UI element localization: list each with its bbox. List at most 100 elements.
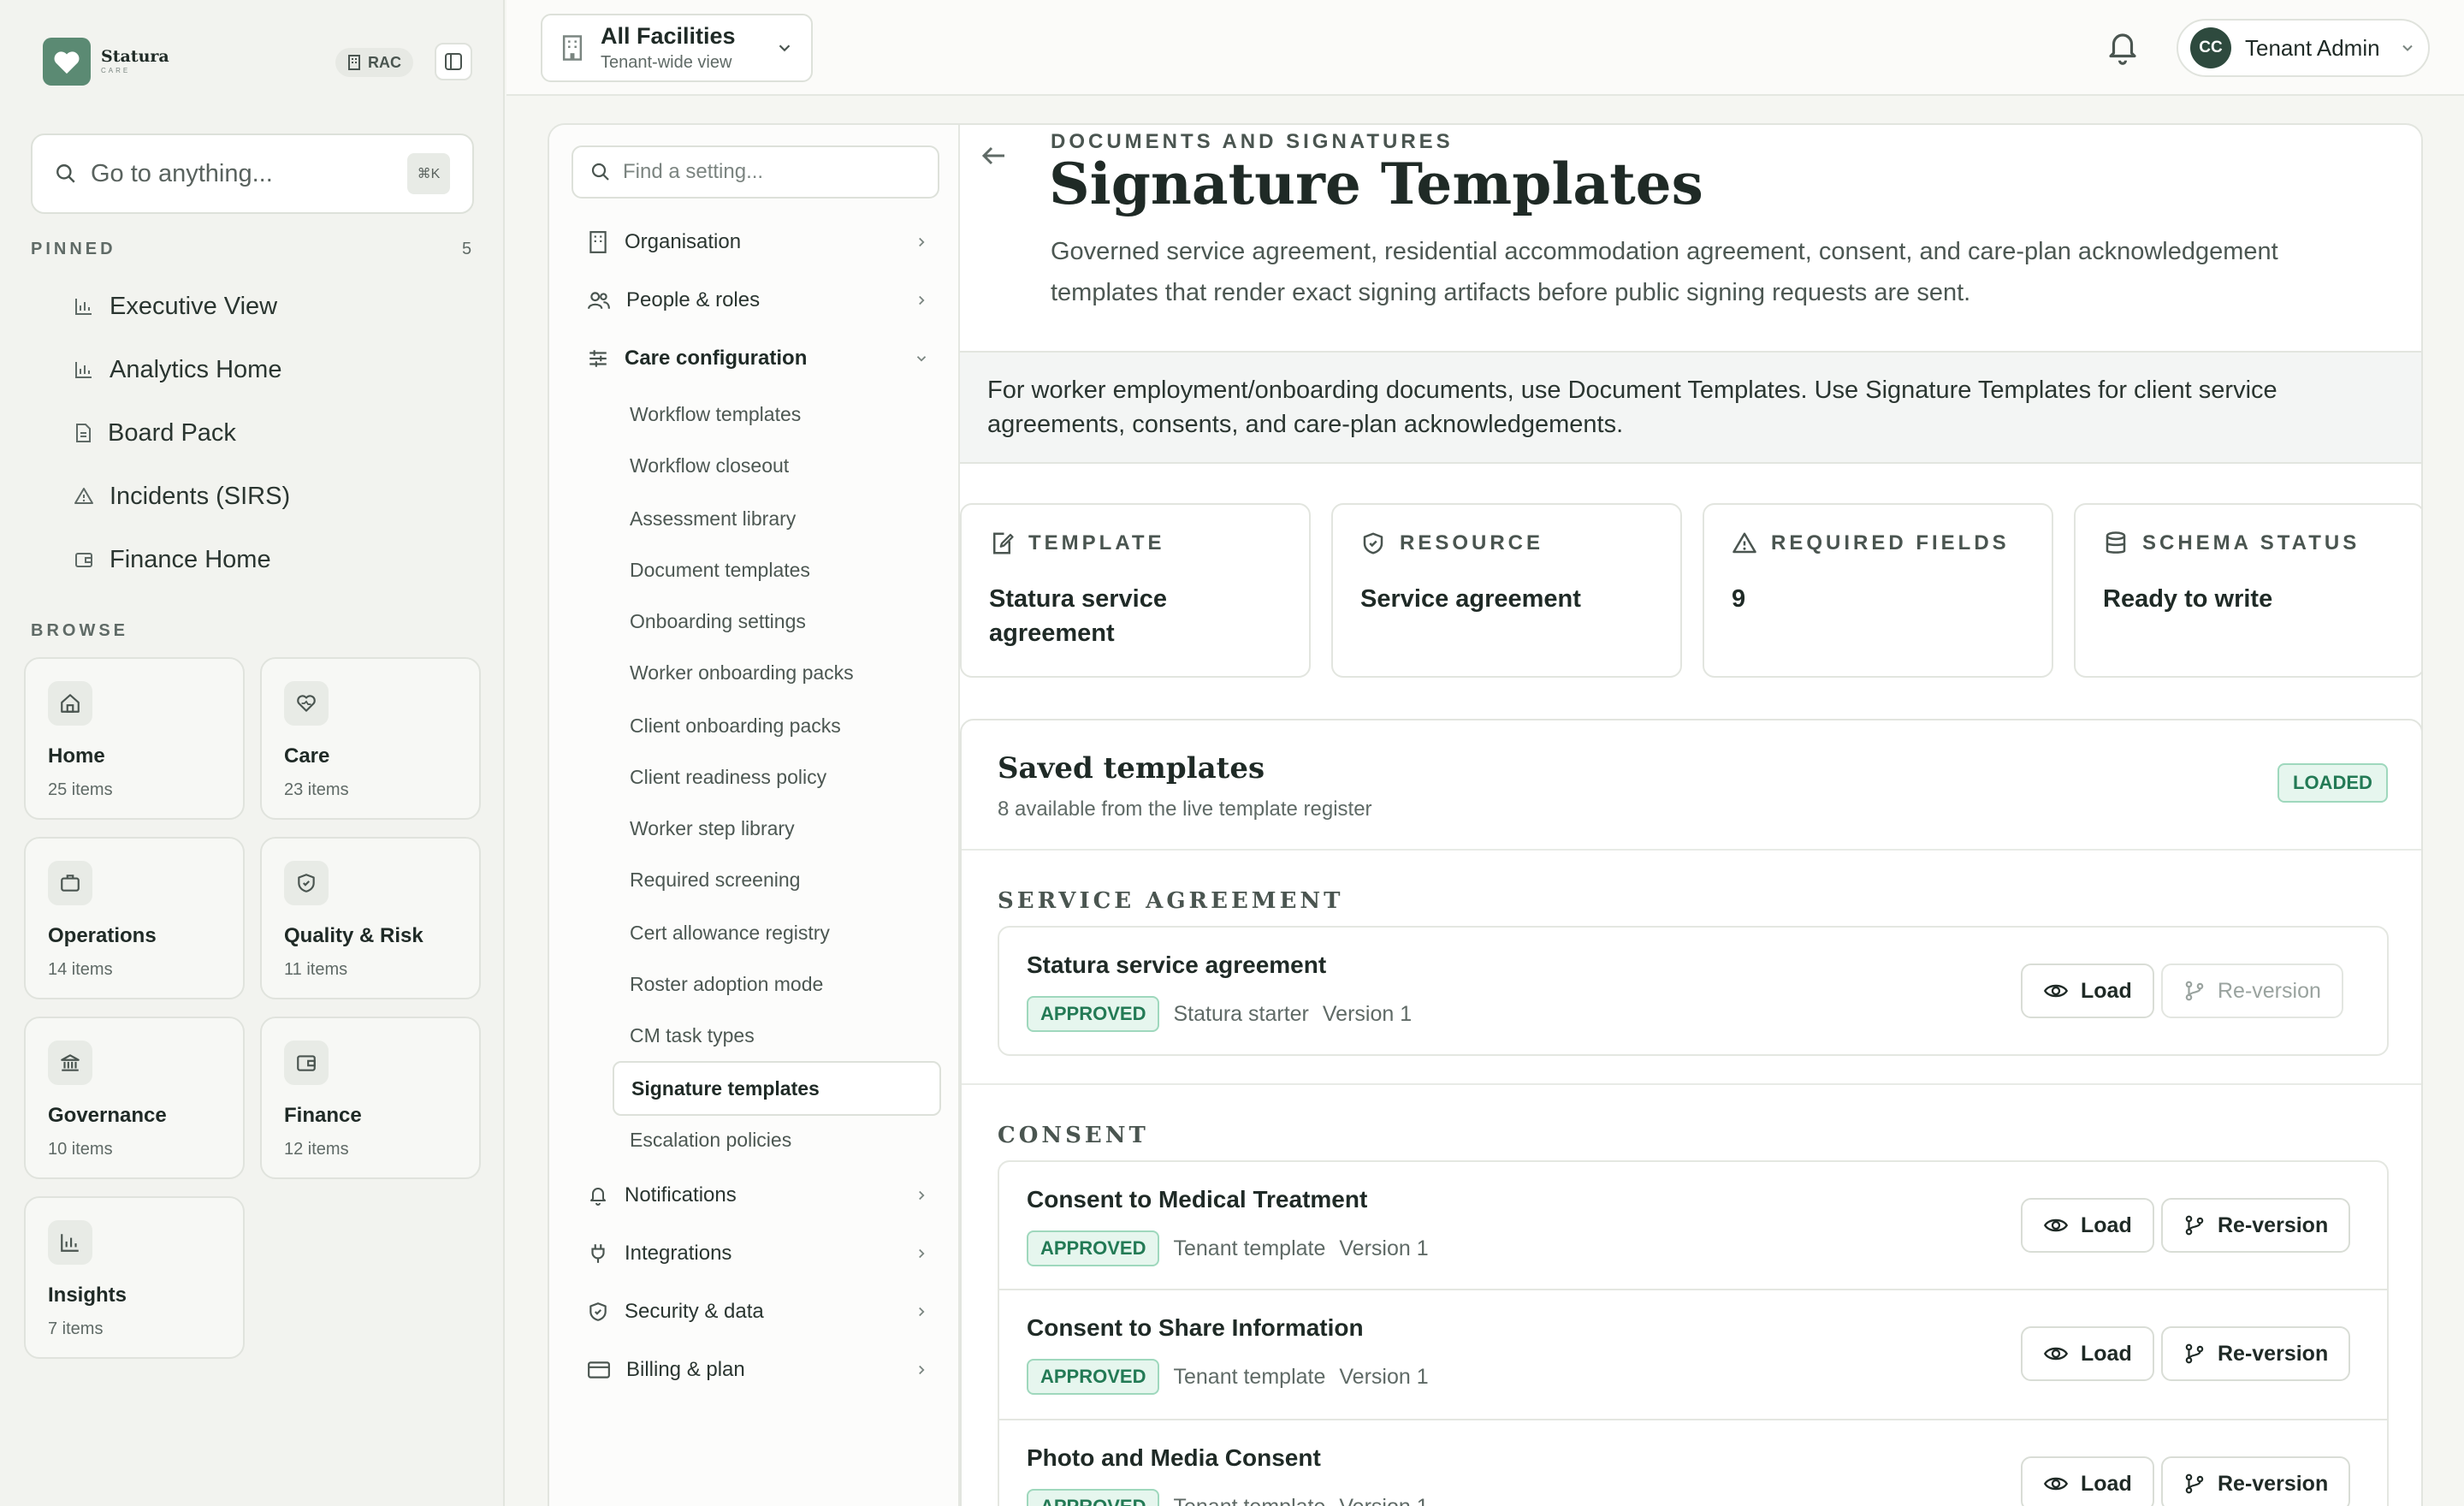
- find-setting-input[interactable]: Find a setting...: [572, 145, 939, 199]
- reversion-button[interactable]: Re-version: [2161, 1456, 2351, 1506]
- facility-subtitle: Tenant-wide view: [601, 53, 732, 72]
- tile-title: Care: [284, 744, 330, 768]
- nav-worker-onboarding-packs[interactable]: Worker onboarding packs: [613, 649, 941, 697]
- nav-escalation-policies[interactable]: Escalation policies: [613, 1116, 941, 1164]
- load-label: Load: [2081, 1213, 2132, 1237]
- chevron-right-icon: [919, 295, 925, 305]
- content-area: DOCUMENTS AND SIGNATURES Signature Templ…: [960, 125, 2421, 1506]
- stat-label-text: REQUIRED FIELDS: [1771, 531, 2010, 554]
- load-button[interactable]: Load: [2021, 963, 2154, 1018]
- user-menu[interactable]: CC Tenant Admin: [2177, 19, 2430, 77]
- load-label: Load: [2081, 1471, 2132, 1496]
- browse-tile-operations[interactable]: Operations 14 items: [24, 837, 245, 999]
- nav-workflow-closeout[interactable]: Workflow closeout: [613, 442, 941, 489]
- nav-roster-adoption-mode[interactable]: Roster adoption mode: [613, 960, 941, 1008]
- rac-badge[interactable]: RAC: [335, 48, 413, 77]
- git-branch-icon: [2185, 1215, 2204, 1236]
- reversion-button[interactable]: Re-version: [2161, 1326, 2351, 1381]
- template-meta: APPROVED Statura starter Version 1: [1027, 996, 1412, 1032]
- saved-templates-card: Saved templates 8 available from the liv…: [960, 719, 2421, 1506]
- notifications-bell-icon[interactable]: [2105, 27, 2141, 71]
- stat-label: REQUIRED FIELDS: [1732, 531, 2010, 556]
- nav-document-templates[interactable]: Document templates: [613, 546, 941, 594]
- browse-tile-insights[interactable]: Insights 7 items: [24, 1196, 245, 1359]
- template-source: Tenant template: [1173, 1236, 1326, 1260]
- nav-label: Organisation: [625, 230, 742, 253]
- pinned-item-board-pack[interactable]: Board Pack: [74, 407, 236, 459]
- browse-tile-finance[interactable]: Finance 12 items: [260, 1017, 481, 1179]
- nav-cm-task-types[interactable]: CM task types: [613, 1011, 941, 1059]
- nav-billing-plan[interactable]: Billing & plan: [587, 1349, 929, 1391]
- nav-label: People & roles: [626, 288, 761, 311]
- nav-client-readiness-policy[interactable]: Client readiness policy: [613, 753, 941, 801]
- browse-tile-governance[interactable]: Governance 10 items: [24, 1017, 245, 1179]
- chevron-right-icon: [919, 237, 925, 247]
- tile-count: 10 items: [48, 1140, 113, 1159]
- pinned-item-incidents[interactable]: Incidents (SIRS): [74, 471, 290, 522]
- building-icon: [562, 35, 583, 61]
- nav-notifications[interactable]: Notifications: [587, 1174, 929, 1217]
- nav-people-roles[interactable]: People & roles: [587, 279, 929, 322]
- git-branch-icon: [2185, 981, 2204, 1001]
- browse-tile-quality-risk[interactable]: Quality & Risk 11 items: [260, 837, 481, 999]
- browse-tile-home[interactable]: Home 25 items: [24, 657, 245, 820]
- go-to-anything-search[interactable]: Go to anything... ⌘K: [31, 133, 474, 214]
- search-icon: [591, 163, 609, 181]
- nav-integrations[interactable]: Integrations: [587, 1232, 929, 1275]
- load-button[interactable]: Load: [2021, 1326, 2154, 1381]
- template-name: Statura service agreement: [1027, 952, 1327, 978]
- git-branch-icon: [2185, 1473, 2204, 1494]
- nav-onboarding-settings[interactable]: Onboarding settings: [613, 597, 941, 645]
- pinned-item-finance-home[interactable]: Finance Home: [74, 534, 271, 585]
- nav-security-data[interactable]: Security & data: [587, 1290, 929, 1333]
- nav-required-screening[interactable]: Required screening: [613, 856, 941, 904]
- nav-workflow-templates[interactable]: Workflow templates: [613, 390, 941, 438]
- nav-worker-step-library[interactable]: Worker step library: [613, 804, 941, 852]
- settings-nav: Find a setting... Organisation People & …: [549, 125, 960, 1506]
- app-sidebar: Statura CARE RAC Go to anything... ⌘K PI…: [0, 0, 505, 1506]
- users-icon: [588, 292, 610, 309]
- pinned-item-label: Finance Home: [110, 545, 271, 573]
- sliders-icon: [589, 350, 607, 367]
- reversion-button[interactable]: Re-version: [2161, 963, 2343, 1018]
- document-icon: [76, 424, 91, 442]
- load-button[interactable]: Load: [2021, 1198, 2154, 1253]
- reversion-label: Re-version: [2218, 1213, 2329, 1237]
- load-button[interactable]: Load: [2021, 1456, 2154, 1506]
- template-version: Version 1: [1339, 1364, 1429, 1389]
- user-name: Tenant Admin: [2245, 34, 2380, 61]
- pinned-item-label: Board Pack: [108, 418, 236, 447]
- nav-care-configuration[interactable]: Care configuration: [587, 337, 929, 380]
- approved-badge: APPROVED: [1027, 996, 1160, 1032]
- nav-client-onboarding-packs[interactable]: Client onboarding packs: [613, 702, 941, 750]
- warning-icon: [1732, 532, 1756, 554]
- tile-title: Finance: [284, 1104, 362, 1127]
- template-row: Photo and Media Consent APPROVED Tenant …: [998, 1420, 2389, 1506]
- stat-label: RESOURCE: [1360, 531, 1543, 556]
- pinned-item-executive-view[interactable]: Executive View: [74, 281, 277, 332]
- template-meta: APPROVED Tenant template Version 1: [1027, 1230, 1429, 1266]
- shield-icon: [284, 861, 329, 905]
- back-arrow-icon[interactable]: [979, 140, 1010, 175]
- facility-selector[interactable]: All Facilities Tenant-wide view: [541, 14, 813, 82]
- brand-sub: CARE: [101, 67, 131, 74]
- brand-name: Statura: [101, 47, 169, 66]
- stat-value: Ready to write: [2103, 585, 2273, 613]
- approved-badge: APPROVED: [1027, 1359, 1160, 1395]
- tile-title: Governance: [48, 1104, 167, 1127]
- nav-label: Notifications: [625, 1183, 737, 1207]
- pinned-item-analytics-home[interactable]: Analytics Home: [74, 344, 281, 395]
- bar-chart-icon: [48, 1220, 92, 1265]
- chevron-down-icon: [2402, 44, 2413, 51]
- chevron-right-icon: [919, 1190, 925, 1201]
- group-label-service-agreement: SERVICE AGREEMENT: [998, 888, 1344, 914]
- browse-tile-care[interactable]: Care 23 items: [260, 657, 481, 820]
- nav-signature-templates[interactable]: Signature templates: [613, 1061, 941, 1116]
- nav-organisation[interactable]: Organisation: [587, 221, 929, 264]
- brand[interactable]: Statura CARE: [43, 38, 169, 86]
- collapse-sidebar-button[interactable]: [435, 43, 472, 80]
- template-row: Consent to Share Information APPROVED Te…: [998, 1290, 2389, 1420]
- nav-cert-allowance-registry[interactable]: Cert allowance registry: [613, 909, 941, 957]
- nav-assessment-library[interactable]: Assessment library: [613, 495, 941, 543]
- reversion-button[interactable]: Re-version: [2161, 1198, 2351, 1253]
